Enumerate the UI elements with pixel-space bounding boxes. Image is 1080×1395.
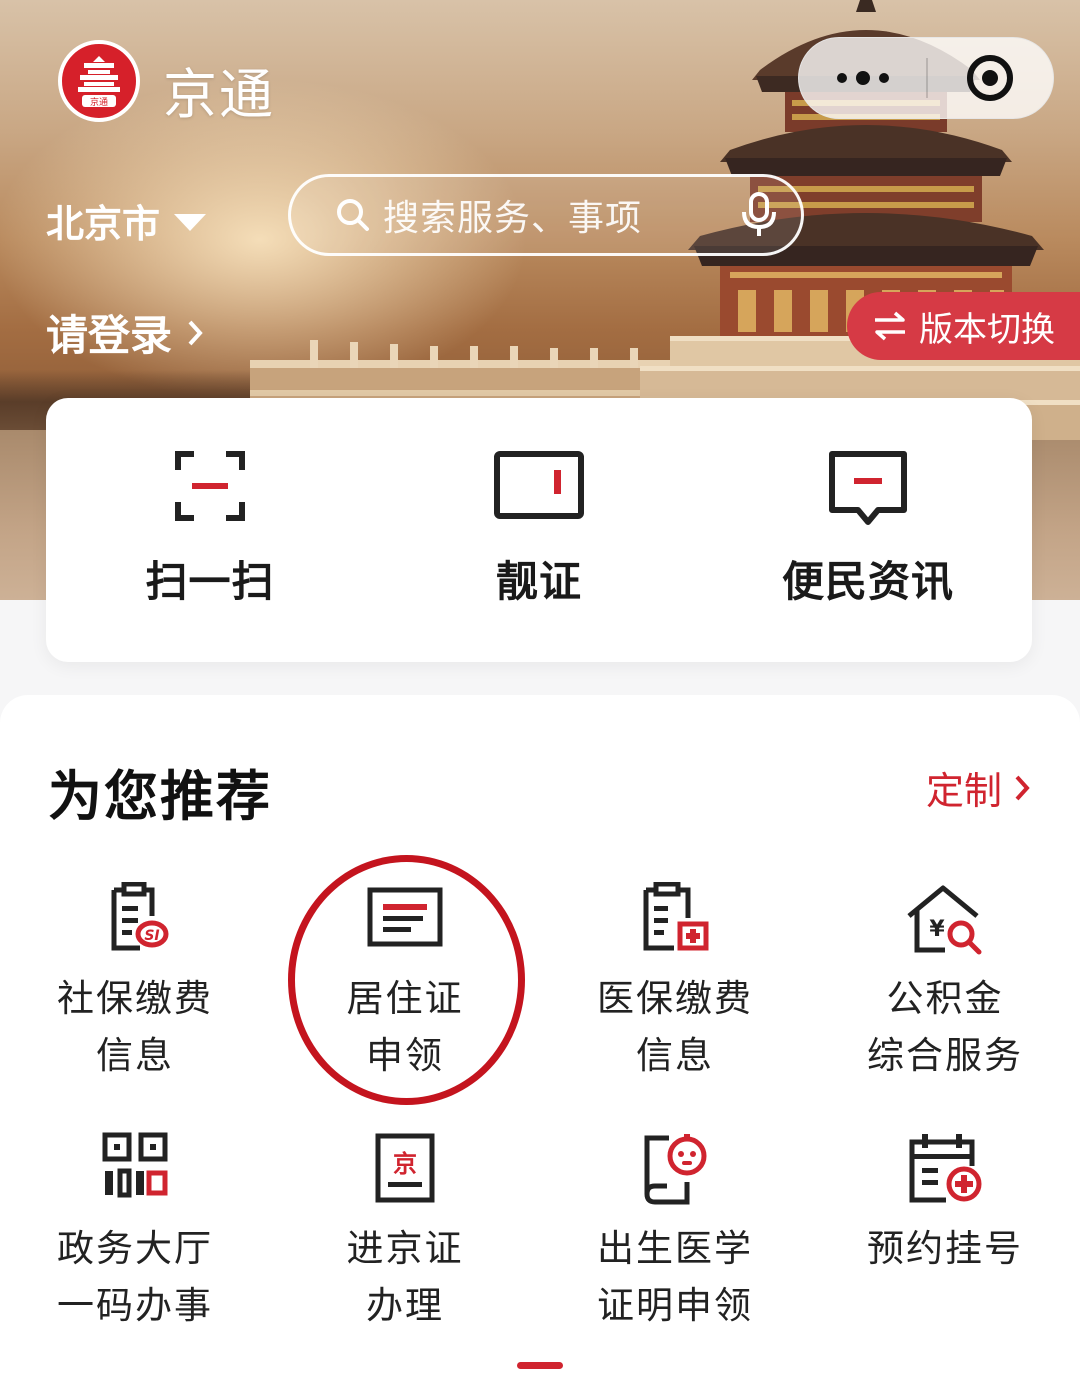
customize-link[interactable]: 定制 [926, 760, 1030, 815]
search-icon [337, 199, 369, 231]
city-label: 北京市 [46, 202, 161, 246]
version-switch-button[interactable]: 版本切换 [847, 292, 1080, 360]
service-appointment[interactable]: 预约挂号 [810, 1132, 1080, 1362]
service-medical-insurance[interactable]: 医保缴费 信息 [540, 882, 810, 1112]
service-label: 社保缴费 信息 [57, 977, 213, 1077]
jingtong-logo: 京通 [58, 40, 140, 122]
app-title: 京通 [163, 63, 275, 126]
version-switch-label: 版本切换 [919, 309, 1055, 350]
scan-icon [175, 451, 245, 521]
search-placeholder: 搜索服务、事项 [383, 198, 643, 239]
news-label: 便民资讯 [781, 557, 954, 606]
microphone-icon[interactable] [739, 191, 779, 239]
svg-text:¥: ¥ [929, 917, 945, 942]
svg-text:京通: 京通 [90, 96, 108, 108]
mini-program-capsule [798, 37, 1054, 119]
more-dots-icon[interactable] [799, 38, 926, 118]
temple-logo-icon: 京通 [78, 56, 120, 108]
chevron-right-icon [188, 320, 203, 345]
birth-certificate-icon [644, 1134, 707, 1205]
target-close-icon [967, 55, 1014, 101]
service-label: 预约挂号 [867, 1227, 1023, 1270]
housing-fund-icon: ¥ [907, 885, 982, 955]
card-label: 靓证 [495, 557, 582, 606]
page-indicator [517, 1362, 563, 1369]
highlight-circle [288, 855, 525, 1105]
service-label: 医保缴费 信息 [597, 977, 753, 1077]
service-label: 政务大厅 一码办事 [57, 1227, 213, 1327]
news-button[interactable]: 便民资讯 [704, 398, 1032, 662]
svg-text:京: 京 [393, 1150, 417, 1178]
beijing-entry-permit-icon: 京 [375, 1133, 435, 1203]
service-housing-fund[interactable]: ¥ 公积金 综合服务 [810, 882, 1080, 1112]
appointment-icon [909, 1134, 982, 1203]
svg-text:SI: SI [144, 928, 159, 944]
message-icon [829, 451, 907, 525]
swap-arrows-icon [875, 311, 905, 341]
card-button[interactable]: 靓证 [375, 398, 703, 662]
recommend-title: 为您推荐 [48, 765, 272, 828]
search-bar[interactable]: 搜索服务、事项 [288, 174, 804, 256]
caret-down-icon [174, 214, 207, 231]
service-label: 公积金 综合服务 [867, 977, 1023, 1077]
service-social-security[interactable]: SI 社保缴费 信息 [0, 882, 270, 1112]
service-label: 进京证 办理 [346, 1227, 464, 1327]
service-birth-certificate[interactable]: 出生医学 证明申领 [540, 1132, 810, 1362]
scan-button[interactable]: 扫一扫 [46, 398, 374, 662]
close-button[interactable] [928, 38, 1053, 118]
medical-insurance-icon [643, 882, 709, 951]
login-label: 请登录 [46, 311, 173, 360]
qr-code-icon [102, 1132, 168, 1198]
scan-label: 扫一扫 [145, 557, 275, 606]
card-icon [494, 451, 584, 519]
quick-actions-card: 扫一扫 靓证 便民资讯 [46, 398, 1032, 662]
city-selector[interactable]: 北京市 [46, 193, 207, 248]
service-government-hall[interactable]: 政务大厅 一码办事 [0, 1132, 270, 1362]
customize-label: 定制 [926, 769, 1003, 813]
service-beijing-entry-permit[interactable]: 京 进京证 办理 [270, 1132, 540, 1362]
chevron-right-icon [1015, 775, 1030, 800]
social-security-icon: SI [111, 882, 169, 951]
login-link[interactable]: 请登录 [46, 302, 204, 363]
service-label: 出生医学 证明申领 [597, 1227, 753, 1327]
